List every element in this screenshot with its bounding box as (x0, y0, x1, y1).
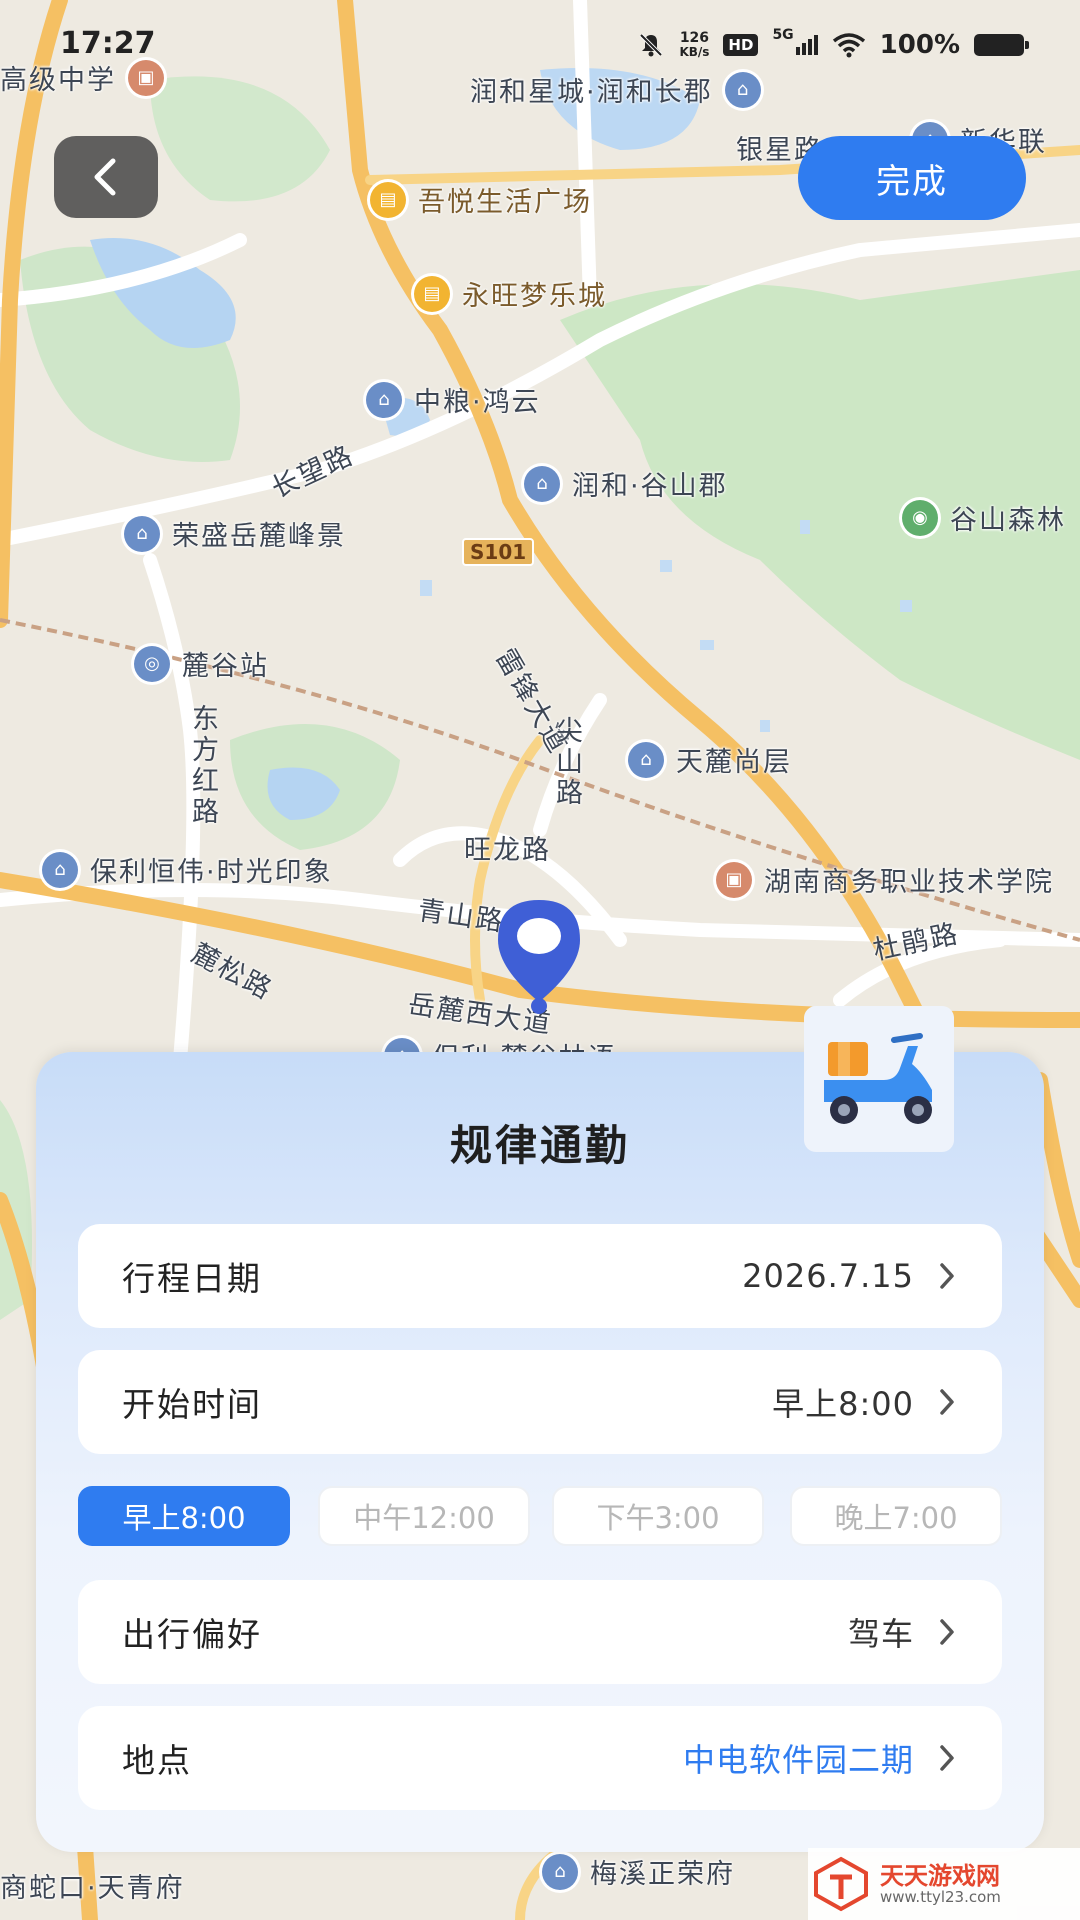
map-pin-icon[interactable] (496, 898, 582, 1014)
battery-icon (974, 34, 1029, 56)
home-icon: ⌂ (628, 741, 664, 778)
home-icon: ⌂ (366, 381, 402, 418)
status-bar: 17:27 126 KB/s HD 5G 100% (0, 0, 1080, 90)
school-icon: ▣ (716, 861, 752, 898)
map-poi-zhongliang[interactable]: ⌂ 中粮·鸿云 (366, 380, 541, 419)
row-value: 早上8:00 (772, 1385, 914, 1423)
park-icon: ◉ (902, 499, 938, 536)
signal-icon: 5G (772, 27, 818, 55)
map-label-dongfanghong-road: 东方红路 (192, 704, 219, 828)
home-icon: ⌂ (524, 465, 560, 502)
metro-station-icon: ◎ (134, 645, 170, 682)
chevron-right-icon (940, 1263, 954, 1289)
home-icon: ⌂ (124, 515, 160, 552)
time-chip-group: 早上8:00 中午12:00 下午3:00 晚上7:00 (78, 1486, 1002, 1546)
panel-title: 规律通勤 (449, 1121, 630, 1170)
mute-bell-icon (640, 33, 663, 57)
map-label-wanglong-road: 旺龙路 (464, 835, 551, 866)
watermark: 天天游戏网 www.ttyl23.com (808, 1848, 1080, 1920)
row-label: 出行偏好 (122, 1615, 262, 1654)
chevron-right-icon (940, 1745, 954, 1771)
map-poi-tianlu[interactable]: ⌂ 天麓尚层 (628, 740, 792, 779)
row-location[interactable]: 地点 中电软件园二期 (78, 1706, 1002, 1810)
row-value: 中电软件园二期 (682, 1741, 914, 1779)
hd-badge: HD (723, 34, 759, 56)
map-poi-hunan-college[interactable]: ▣ 湖南商务职业技术学院 (716, 860, 1054, 899)
app-screen: 高级中学 ▣ 润和星城·润和长郡 ⌂ 银星路 ⌂ 新华联 ▤ 吾悦生活广场 ▤ … (0, 0, 1080, 1920)
map-poi-lugu-station[interactable]: ◎ 麓谷站 (134, 644, 269, 683)
map-poi-gushan-forest[interactable]: ◉ 谷山森林 (902, 498, 1066, 537)
row-trip-date[interactable]: 行程日期 2026.7.15 (78, 1224, 1002, 1328)
map-poi-yongwang[interactable]: ▤ 永旺梦乐城 (414, 274, 607, 313)
time-chip-noon[interactable]: 中午12:00 (318, 1486, 530, 1546)
battery-percent: 100% (879, 30, 960, 60)
watermark-text: 天天游戏网 www.ttyl23.com (880, 1862, 1001, 1906)
row-start-time[interactable]: 开始时间 早上8:00 (78, 1350, 1002, 1454)
home-icon: ⌂ (542, 1853, 578, 1890)
map-poi-meixi[interactable]: ⌂ 梅溪正荣府 (542, 1852, 735, 1891)
row-label: 行程日期 (122, 1259, 262, 1298)
home-icon: ⌂ (42, 851, 78, 888)
watermark-logo-icon (814, 1856, 868, 1912)
time-chip-morning[interactable]: 早上8:00 (78, 1486, 290, 1546)
row-value: 驾车 (847, 1615, 914, 1653)
map-poi-baoli-hengwei[interactable]: ⌂ 保利恒伟·时光印象 (42, 850, 333, 889)
status-icons: 126 KB/s HD 5G 100% (637, 27, 1029, 60)
network-speed: 126 KB/s (679, 30, 710, 59)
wifi-icon (832, 33, 865, 58)
road-badge-s101: S101 (462, 538, 535, 566)
map-poi-wuyue[interactable]: ▤ 吾悦生活广场 (370, 180, 592, 219)
shopping-icon: ▤ (370, 181, 406, 218)
time-chip-afternoon[interactable]: 下午3:00 (552, 1486, 764, 1546)
chevron-right-icon (940, 1619, 954, 1645)
shopping-icon: ▤ (414, 275, 450, 312)
map-poi-rongsheng[interactable]: ⌂ 荣盛岳麓峰景 (124, 514, 346, 553)
chevron-right-icon (940, 1389, 954, 1415)
row-label: 地点 (122, 1741, 192, 1780)
map-label-shekou: 商蛇口·天青府 (0, 1873, 185, 1904)
row-label: 开始时间 (122, 1385, 262, 1424)
time-chip-evening[interactable]: 晚上7:00 (790, 1486, 1002, 1546)
green-area (150, 76, 330, 202)
chevron-left-icon (94, 158, 116, 196)
back-button[interactable] (54, 136, 158, 218)
done-button[interactable]: 完成 (798, 136, 1026, 220)
map-label-jianshan-road: 尖山路 (556, 716, 583, 809)
map-poi-runhe-gushan[interactable]: ⌂ 润和·谷山郡 (524, 464, 728, 503)
status-time: 17:27 (60, 26, 156, 61)
row-value: 2026.7.15 (742, 1257, 914, 1295)
row-travel-preference[interactable]: 出行偏好 驾车 (78, 1580, 1002, 1684)
